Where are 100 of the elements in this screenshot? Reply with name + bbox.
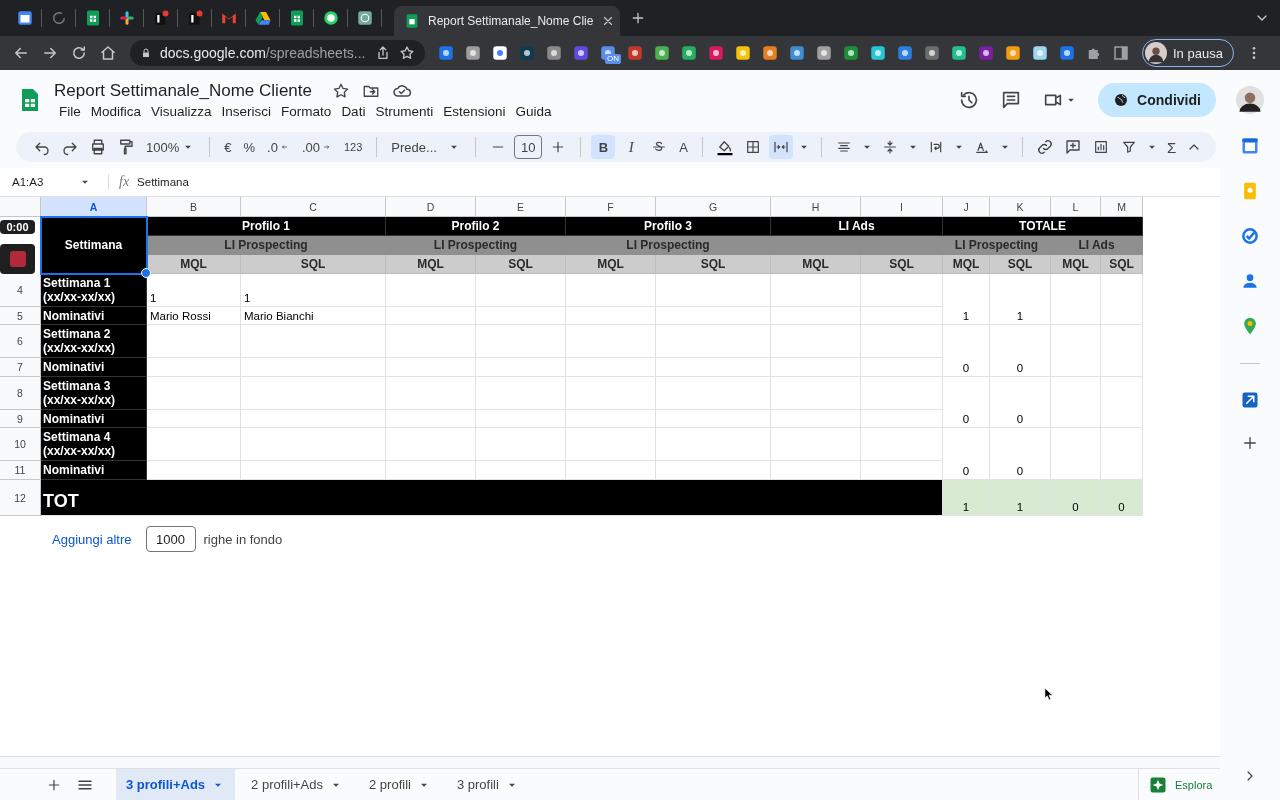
column-header[interactable]: L bbox=[1051, 197, 1101, 217]
browser-tab[interactable]: Report Settimanale_Nome Clie bbox=[394, 6, 620, 36]
knot-icon[interactable] bbox=[355, 9, 374, 27]
column-header[interactable]: A bbox=[41, 197, 147, 217]
font-dropdown[interactable]: Prede... bbox=[387, 135, 466, 159]
menu-item[interactable]: Strumenti bbox=[370, 104, 439, 119]
formula-content[interactable]: Settimana bbox=[137, 176, 189, 188]
share-button[interactable]: Condividi bbox=[1098, 83, 1216, 117]
extension-icon[interactable] bbox=[788, 44, 806, 62]
number-format-button[interactable]: 123 bbox=[339, 135, 367, 159]
history-icon[interactable] bbox=[958, 89, 980, 111]
extension-icon[interactable] bbox=[545, 44, 563, 62]
add-comment-icon[interactable] bbox=[1064, 138, 1082, 156]
star-icon[interactable] bbox=[399, 45, 415, 61]
avatar-icon[interactable] bbox=[1236, 86, 1264, 114]
new-tab-icon[interactable] bbox=[630, 10, 646, 26]
plus-icon[interactable] bbox=[1241, 434, 1259, 452]
comment-icon[interactable] bbox=[1000, 89, 1022, 111]
person-icon[interactable] bbox=[1240, 271, 1260, 291]
triangle-icon[interactable] bbox=[253, 9, 272, 27]
row-header[interactable]: 5 bbox=[0, 307, 41, 325]
row-header[interactable]: 9 bbox=[0, 410, 41, 428]
menu-item[interactable]: Inserisci bbox=[216, 104, 277, 119]
extension-icon[interactable] bbox=[707, 44, 725, 62]
align-icon[interactable] bbox=[836, 139, 852, 155]
share-icon[interactable] bbox=[375, 45, 391, 61]
filter-icon[interactable] bbox=[1121, 139, 1137, 155]
extension-icon[interactable] bbox=[572, 44, 590, 62]
fill-handle[interactable] bbox=[141, 268, 151, 278]
sheet-tab[interactable]: 3 profili+Ads bbox=[116, 769, 236, 800]
row-count-field[interactable]: 1000 bbox=[145, 526, 196, 552]
sheet-tab[interactable]: 2 profili bbox=[359, 769, 441, 800]
functions-button[interactable]: Σ bbox=[1163, 135, 1181, 159]
calendar-icon[interactable] bbox=[15, 9, 34, 27]
text-rotation-icon[interactable] bbox=[974, 139, 990, 155]
pinwheel-icon[interactable] bbox=[117, 9, 136, 27]
bold-button[interactable]: B bbox=[591, 135, 616, 159]
text-color-button[interactable]: A bbox=[675, 135, 692, 159]
extension-icon[interactable] bbox=[869, 44, 887, 62]
chart-icon[interactable] bbox=[1093, 139, 1109, 155]
column-header[interactable]: K bbox=[990, 197, 1051, 217]
extension-icon[interactable] bbox=[1058, 44, 1076, 62]
extension-icon[interactable] bbox=[977, 44, 995, 62]
chat-bubble-icon[interactable] bbox=[321, 9, 340, 27]
name-box[interactable]: A1:A3 bbox=[0, 175, 102, 189]
menu-item[interactable]: Guida bbox=[510, 104, 557, 119]
extension-icon[interactable] bbox=[437, 44, 455, 62]
link-icon[interactable] bbox=[1036, 138, 1054, 156]
column-header[interactable]: B bbox=[147, 197, 241, 217]
extension-icon[interactable] bbox=[734, 44, 752, 62]
extension-icon[interactable] bbox=[896, 44, 914, 62]
currency-button[interactable]: € bbox=[220, 135, 236, 159]
menu-item[interactable]: Formato bbox=[276, 104, 337, 119]
row-header[interactable]: 4 bbox=[0, 274, 41, 307]
sheet-tab[interactable]: 3 profili bbox=[446, 769, 529, 800]
sheet-tab[interactable]: 2 profili+Ads bbox=[241, 769, 353, 800]
column-header[interactable]: J bbox=[943, 197, 990, 217]
star-icon[interactable] bbox=[331, 82, 350, 100]
menu-item[interactable]: Visualizza bbox=[146, 104, 217, 119]
column-header[interactable]: D bbox=[386, 197, 476, 217]
extension-icon[interactable] bbox=[923, 44, 941, 62]
tasks-icon[interactable] bbox=[1240, 226, 1260, 246]
column-header[interactable]: E bbox=[476, 197, 566, 217]
decrease-decimals-button[interactable]: .0 bbox=[263, 135, 294, 159]
increase-decimals-button[interactable]: .00 bbox=[297, 135, 336, 159]
menu-item[interactable]: Dati bbox=[336, 104, 371, 119]
add-rows-button[interactable]: Aggiungi altre bbox=[52, 531, 132, 547]
extension-icon[interactable] bbox=[950, 44, 968, 62]
extension-icon[interactable] bbox=[491, 44, 509, 62]
column-header[interactable]: H bbox=[771, 197, 861, 217]
row-header[interactable]: 11 bbox=[0, 461, 41, 480]
column-header[interactable]: C bbox=[241, 197, 386, 217]
row-header[interactable]: 6 bbox=[0, 325, 41, 358]
borders-icon[interactable] bbox=[745, 139, 761, 155]
paint-roller-icon[interactable] bbox=[117, 138, 135, 156]
extension-icon[interactable] bbox=[680, 44, 698, 62]
row-header[interactable]: 10 bbox=[0, 428, 41, 461]
row-header[interactable]: 7 bbox=[0, 358, 41, 377]
stop-recording-button[interactable] bbox=[0, 243, 35, 274]
document-title[interactable]: Report Settimanale_Nome Cliente bbox=[54, 81, 312, 101]
extension-icon[interactable] bbox=[842, 44, 860, 62]
extension-icon[interactable] bbox=[761, 44, 779, 62]
scrollbar[interactable] bbox=[0, 756, 1220, 769]
column-header[interactable]: I bbox=[861, 197, 943, 217]
percent-button[interactable]: % bbox=[239, 135, 260, 159]
menu-item[interactable]: Estensioni bbox=[438, 104, 511, 119]
fill-color-icon[interactable] bbox=[716, 138, 734, 156]
font-size-field[interactable]: 10 bbox=[514, 135, 543, 159]
explore-button[interactable]: Esplora bbox=[1138, 769, 1220, 800]
row-header[interactable]: 12 bbox=[0, 480, 41, 516]
menu-item[interactable]: File bbox=[54, 104, 86, 119]
italic-button[interactable]: I bbox=[619, 135, 644, 159]
extension-icon[interactable] bbox=[815, 44, 833, 62]
print-icon[interactable] bbox=[89, 138, 107, 156]
vertical-align-icon[interactable] bbox=[882, 139, 898, 155]
home-icon[interactable] bbox=[98, 44, 117, 62]
extension-icon[interactable] bbox=[1031, 44, 1049, 62]
address-bar[interactable]: docs.google.com/spreadsheets... bbox=[130, 40, 425, 66]
column-header[interactable]: G bbox=[656, 197, 771, 217]
extension-icon[interactable] bbox=[626, 44, 644, 62]
